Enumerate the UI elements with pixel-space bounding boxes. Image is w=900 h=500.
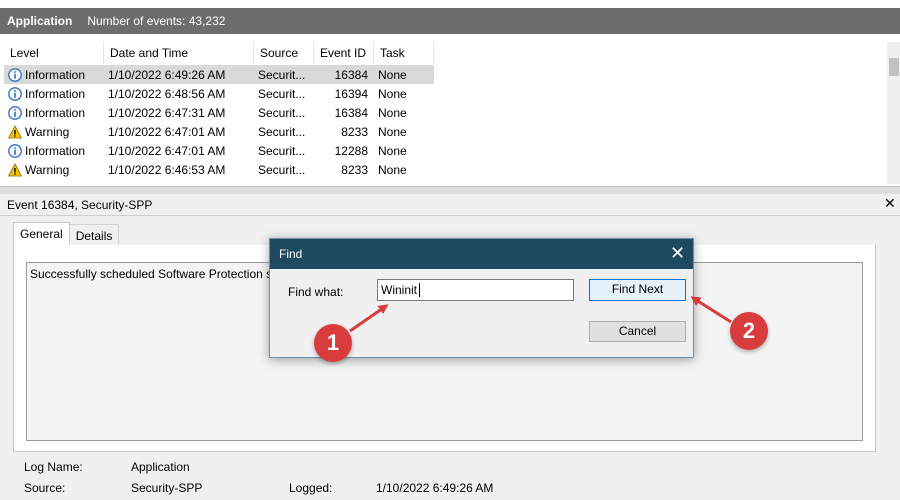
find-dialog-title: Find (279, 247, 303, 261)
pane-splitter[interactable] (0, 186, 900, 194)
cell-datetime: 1/10/2022 6:48:56 AM (108, 86, 226, 101)
event-message: Successfully scheduled Software Protecti… (30, 267, 279, 281)
cell-event-id: 16384 (334, 105, 368, 120)
find-what-input[interactable] (377, 279, 574, 301)
info-icon (8, 105, 22, 120)
column-header-date-time[interactable]: Date and Time (104, 42, 254, 64)
level-label: Information (25, 105, 86, 120)
text-caret (419, 283, 420, 297)
cell-datetime: 1/10/2022 6:49:26 AM (108, 67, 226, 82)
cell-event-id: 16384 (334, 67, 368, 82)
cancel-button[interactable]: Cancel (589, 321, 686, 342)
cell-task: None (378, 162, 407, 177)
cell-source: Securit... (258, 162, 306, 177)
source-label: Source: (24, 481, 66, 495)
column-header-level[interactable]: Level (4, 42, 104, 64)
cell-task: None (378, 105, 407, 120)
cell-event-id: 16394 (334, 86, 368, 101)
details-close-icon[interactable]: ✕ (884, 195, 896, 212)
table-header: Level Date and Time Source Event ID Task… (4, 42, 434, 82)
cell-task: None (378, 143, 407, 158)
cell-datetime: 1/10/2022 6:47:01 AM (108, 143, 226, 158)
warning-icon (8, 162, 22, 176)
cell-task: None (378, 67, 407, 82)
cell-source: Securit... (258, 143, 306, 158)
cell-datetime: 1/10/2022 6:47:01 AM (108, 124, 226, 139)
event-count: Number of events: 43,232 (87, 14, 226, 28)
cell-source: Securit... (258, 124, 306, 139)
column-header-source[interactable]: Source (254, 42, 314, 64)
level-label: Warning (25, 124, 70, 139)
cell-level: Warning (4, 125, 104, 139)
logged-value: 1/10/2022 6:49:26 AM (376, 481, 494, 495)
table-row[interactable]: Warning 1/10/2022 6:46:53 AM Securit... 823… (4, 160, 434, 179)
details-header: Event 16384, Security-SPP ✕ (0, 194, 900, 216)
find-dialog-close-icon[interactable]: ✕ (670, 243, 685, 264)
details-title: Event 16384, Security-SPP (7, 198, 153, 212)
level-label: Information (25, 143, 86, 158)
cell-event-id: 12288 (334, 143, 368, 158)
table-row[interactable]: Information 1/10/2022 6:47:01 AM Securit..… (4, 141, 434, 160)
info-icon (8, 86, 22, 101)
log-name-label: Log Name: (24, 460, 83, 474)
cell-level: Information (4, 68, 104, 82)
events-table: Level Date and Time Source Event ID Task… (0, 40, 900, 187)
column-header-event-id[interactable]: Event ID (314, 42, 374, 64)
cell-event-id: 8233 (341, 162, 368, 177)
logged-label: Logged: (289, 481, 333, 495)
annotation-badge-1: 1 (314, 324, 352, 362)
cell-datetime: 1/10/2022 6:47:31 AM (108, 105, 226, 120)
cell-task: None (378, 86, 407, 101)
find-what-label: Find what: (288, 285, 344, 299)
cell-event-id: 8233 (341, 124, 368, 139)
level-label: Warning (25, 162, 70, 177)
cell-datetime: 1/10/2022 6:46:53 AM (108, 162, 226, 177)
events-scrollbar-thumb[interactable] (889, 58, 899, 76)
column-header-task-category[interactable]: Task Ca... (374, 42, 434, 82)
table-row[interactable]: Warning 1/10/2022 6:47:01 AM Securit... 823… (4, 122, 434, 141)
cell-task: None (378, 124, 407, 139)
details-tabs: General Details (13, 222, 120, 246)
cell-source: Securit... (258, 67, 306, 82)
cell-level: Information (4, 106, 104, 120)
find-dialog-titlebar[interactable]: Find ✕ (270, 239, 693, 269)
table-row[interactable]: Information 1/10/2022 6:48:56 AM Securit..… (4, 84, 434, 103)
top-strip (0, 0, 900, 8)
table-body: Information 1/10/2022 6:49:26 AM Securit..… (4, 65, 434, 179)
level-label: Information (25, 67, 86, 82)
table-row[interactable]: Information 1/10/2022 6:47:31 AM Securit..… (4, 103, 434, 122)
cell-source: Securit... (258, 86, 306, 101)
cell-level: Information (4, 144, 104, 158)
info-icon (8, 143, 22, 158)
table-row[interactable]: Information 1/10/2022 6:49:26 AM Securit..… (4, 65, 434, 84)
cell-level: Warning (4, 163, 104, 177)
log-title: Application (7, 14, 73, 28)
warning-icon (8, 124, 22, 138)
tab-general[interactable]: General (13, 222, 70, 246)
info-icon (8, 67, 22, 82)
log-header-bar: Application Number of events: 43,232 (0, 8, 900, 34)
cell-source: Securit... (258, 105, 306, 120)
find-next-button[interactable]: Find Next (589, 279, 686, 301)
source-value: Security-SPP (131, 481, 203, 495)
tab-details[interactable]: Details (69, 224, 120, 246)
cell-level: Information (4, 87, 104, 101)
level-label: Information (25, 86, 86, 101)
log-name-value: Application (131, 460, 190, 474)
annotation-badge-2: 2 (730, 312, 768, 350)
